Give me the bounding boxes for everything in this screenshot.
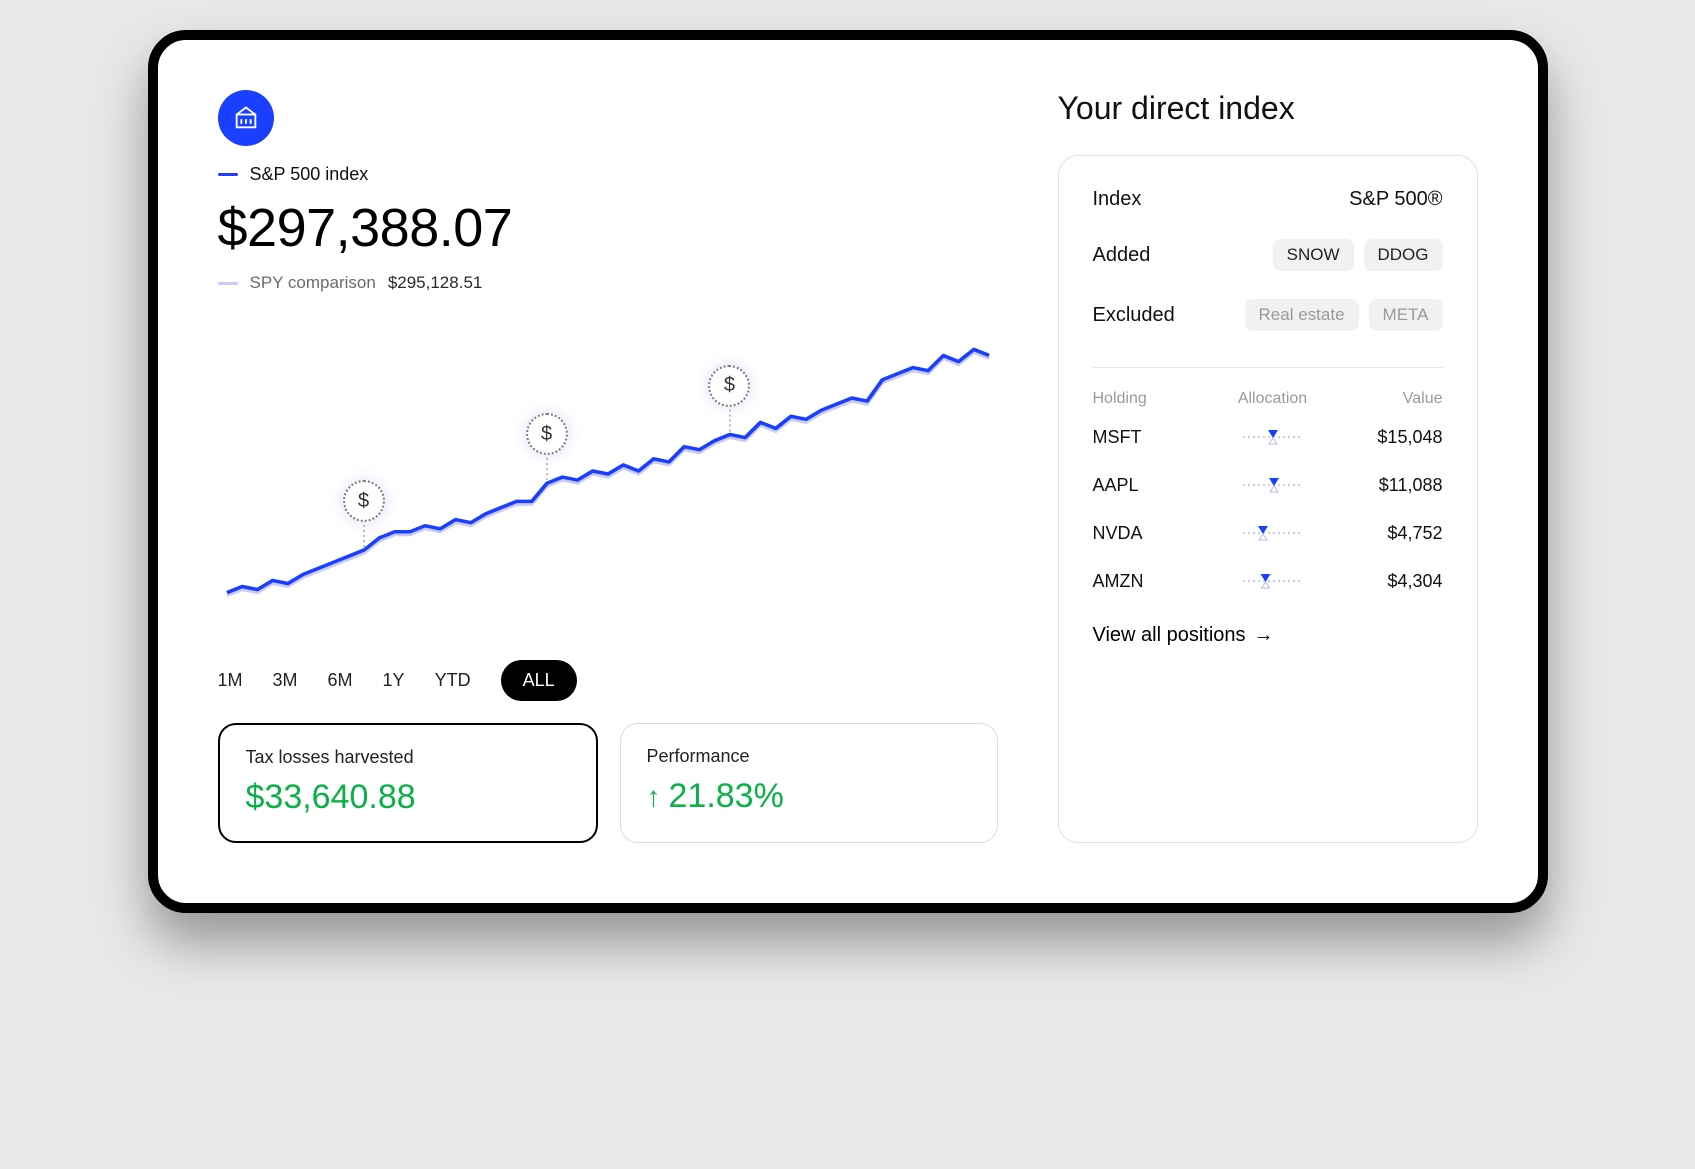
col-value: Value <box>1343 390 1443 408</box>
time-range-6m[interactable]: 6M <box>328 670 353 691</box>
added-label: Added <box>1093 244 1151 267</box>
direct-index-title: Your direct index <box>1058 90 1478 127</box>
time-range-selector: 1M 3M 6M 1Y YTD ALL <box>218 660 998 701</box>
divider <box>1093 367 1443 368</box>
holding-ticker: NVDA <box>1093 523 1203 544</box>
holdings-list: MSFT $15,048 AAPL $11,088 NVDA $4,752 AMZN … <box>1093 426 1443 618</box>
holding-value: $4,304 <box>1343 571 1443 592</box>
holding-ticker: MSFT <box>1093 427 1203 448</box>
holding-row-aapl[interactable]: AAPL $11,088 <box>1093 474 1443 496</box>
excluded-row: Excluded Real estate META <box>1093 299 1443 331</box>
holding-value: $15,048 <box>1343 427 1443 448</box>
comparison-legend: SPY comparison $295,128.51 <box>218 273 998 293</box>
legend-swatch-secondary <box>218 282 238 285</box>
legend-swatch-primary <box>218 173 238 176</box>
holding-value: $11,088 <box>1343 475 1443 496</box>
index-value: S&P 500® <box>1349 188 1442 211</box>
primary-legend-label: S&P 500 index <box>250 164 369 185</box>
time-range-all[interactable]: ALL <box>501 660 577 701</box>
holding-value: $4,752 <box>1343 523 1443 544</box>
holdings-header: Holding Allocation Value <box>1093 390 1443 408</box>
added-row: Added SNOW DDOG <box>1093 239 1443 271</box>
time-range-1m[interactable]: 1M <box>218 670 243 691</box>
app-frame: S&P 500 index $297,388.07 SPY comparison… <box>148 30 1548 913</box>
added-chips: SNOW DDOG <box>1273 239 1443 271</box>
index-label: Index <box>1093 188 1142 211</box>
time-range-3m[interactable]: 3M <box>273 670 298 691</box>
chip-real-estate[interactable]: Real estate <box>1245 299 1359 331</box>
primary-legend: S&P 500 index <box>218 164 998 185</box>
excluded-label: Excluded <box>1093 304 1175 327</box>
time-range-ytd[interactable]: YTD <box>435 670 471 691</box>
harvest-marker-icon: $ <box>708 365 750 407</box>
account-badge-icon <box>218 90 274 146</box>
portfolio-value: $297,388.07 <box>218 197 998 259</box>
direct-index-panel: Index S&P 500® Added SNOW DDOG Excluded R… <box>1058 155 1478 843</box>
summary-cards: Tax losses harvested $33,640.88 Performa… <box>218 723 998 843</box>
harvest-marker-icon: $ <box>343 480 385 522</box>
allocation-indicator-icon <box>1203 474 1343 496</box>
allocation-indicator-icon <box>1203 570 1343 592</box>
holding-row-nvda[interactable]: NVDA $4,752 <box>1093 522 1443 544</box>
index-row: Index S&P 500® <box>1093 188 1443 211</box>
col-allocation: Allocation <box>1203 390 1343 408</box>
allocation-indicator-icon <box>1203 426 1343 448</box>
col-holding: Holding <box>1093 390 1203 408</box>
chip-snow[interactable]: SNOW <box>1273 239 1354 271</box>
chip-meta[interactable]: META <box>1369 299 1443 331</box>
tax-losses-label: Tax losses harvested <box>246 747 570 768</box>
arrow-up-icon: ↑ <box>647 781 661 813</box>
time-range-1y[interactable]: 1Y <box>383 670 405 691</box>
tax-losses-card[interactable]: Tax losses harvested $33,640.88 <box>218 723 598 843</box>
excluded-chips: Real estate META <box>1245 299 1443 331</box>
holding-row-msft[interactable]: MSFT $15,048 <box>1093 426 1443 448</box>
arrow-right-icon: → <box>1254 624 1274 647</box>
performance-value: ↑ 21.83% <box>647 777 971 816</box>
comparison-label: SPY comparison <box>250 273 376 293</box>
performance-label: Performance <box>647 746 971 767</box>
allocation-indicator-icon <box>1203 522 1343 544</box>
harvest-marker-icon: $ <box>526 413 568 455</box>
view-all-positions-link[interactable]: View all positions → <box>1093 624 1443 647</box>
performance-card[interactable]: Performance ↑ 21.83% <box>620 723 998 843</box>
holding-ticker: AMZN <box>1093 571 1203 592</box>
holding-row-amzn[interactable]: AMZN $4,304 <box>1093 570 1443 592</box>
left-column: S&P 500 index $297,388.07 SPY comparison… <box>218 90 998 843</box>
right-column: Your direct index Index S&P 500® Added S… <box>1058 90 1478 843</box>
tax-losses-value: $33,640.88 <box>246 778 570 817</box>
comparison-value: $295,128.51 <box>388 273 483 293</box>
line-chart: $ $ $ <box>218 311 998 636</box>
chip-ddog[interactable]: DDOG <box>1364 239 1443 271</box>
holding-ticker: AAPL <box>1093 475 1203 496</box>
